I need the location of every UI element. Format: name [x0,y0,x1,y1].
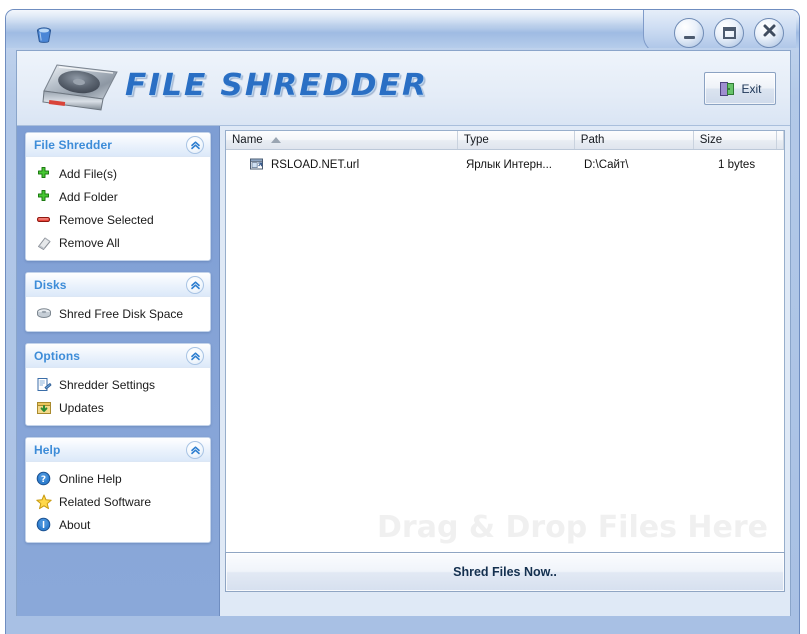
window-controls [643,10,796,48]
panel-body-disks: Shred Free Disk Space [26,297,210,331]
sidebar-item-online-help[interactable]: ? Online Help [26,467,210,490]
panel-help: Help ? Online Help Related Software Abou… [25,437,211,543]
sidebar-item-label: Updates [59,400,104,415]
cell-size: 1 bytes [718,158,756,171]
table-row[interactable]: RSLOAD.NET.url Ярлык Интерн... D:\Сайт\ … [226,154,784,175]
panel-header-disks[interactable]: Disks [26,273,210,297]
eraser-icon [35,234,52,251]
sidebar-item-label: Related Software [59,494,152,509]
app-logotype: FILE SHREDDER [125,68,429,103]
sidebar-item-label: Shredder Settings [59,377,156,392]
sidebar-item-label: Online Help [59,471,122,486]
cell-type: Ярлык Интерн... [466,158,552,171]
panel-title: Options [34,348,81,363]
shredder-bin-icon [34,25,54,45]
column-headers: Name Type Path Size [226,131,784,150]
sidebar-item-label: About [59,517,91,532]
maximize-icon [722,27,736,39]
panel-options: Options Shredder Settings Updates [25,343,211,426]
minimize-icon [683,36,695,39]
sidebar-item-label: Add Folder [59,189,118,204]
panel-title: Help [34,442,61,457]
column-header-path[interactable]: Path [575,131,694,149]
panel-file-shredder: File Shredder Add File(s) Add Folder Rem… [25,132,211,261]
panel-body-file-shredder: Add File(s) Add Folder Remove Selected R… [26,157,210,260]
updates-download-icon [35,399,52,416]
sidebar-item-label: Remove All [59,235,120,250]
maximize-button[interactable] [714,18,744,48]
column-header-size[interactable]: Size [694,131,777,149]
yellow-star-icon [35,493,52,510]
column-header-label: Name [232,134,263,146]
sidebar-item-label: Shred Free Disk Space [59,306,184,321]
shred-files-now-button[interactable]: Shred Files Now.. [225,552,785,592]
cell-name: RSLOAD.NET.url [226,156,460,173]
hard-drive-icon [39,61,123,117]
green-plus-icon [35,165,52,182]
disk-stack-icon [35,305,52,322]
sidebar-item-label: Remove Selected [59,212,154,227]
question-circle-icon: ? [35,470,52,487]
settings-page-icon [35,376,52,393]
sidebar-item-label: Add File(s) [59,166,118,181]
chevron-up-double-icon[interactable] [186,347,204,365]
file-listview[interactable]: Name Type Path Size RSLOAD.NET.url Ярлык… [225,130,785,554]
chevron-up-double-icon[interactable] [186,136,204,154]
file-list-area: Name Type Path Size RSLOAD.NET.url Ярлык… [220,126,790,616]
panel-disks: Disks Shred Free Disk Space [25,272,211,332]
column-header-type[interactable]: Type [458,131,575,149]
chevron-up-double-icon[interactable] [186,441,204,459]
client-area: FILE SHREDDER Exit File Shredder Add Fil… [16,50,791,616]
panel-body-help: ? Online Help Related Software About [26,462,210,542]
sidebar-item-add-files[interactable]: Add File(s) [26,162,210,185]
close-icon [762,23,777,43]
red-minus-icon [35,211,52,228]
sidebar-item-remove-selected[interactable]: Remove Selected [26,208,210,231]
sidebar: File Shredder Add File(s) Add Folder Rem… [17,126,220,616]
panel-title: Disks [34,277,67,292]
file-name-text: RSLOAD.NET.url [271,158,360,171]
column-header-label: Type [463,134,489,146]
exit-door-icon [718,80,735,97]
column-header-name[interactable]: Name [226,131,458,149]
internet-shortcut-icon [248,156,265,173]
drag-drop-hint: Drag & Drop Files Here [377,510,768,545]
sort-ascending-icon [270,137,281,143]
panel-title: File Shredder [34,137,112,152]
info-circle-icon [35,516,52,533]
panel-header-help[interactable]: Help [26,438,210,462]
sidebar-item-shredder-settings[interactable]: Shredder Settings [26,373,210,396]
sidebar-item-remove-all[interactable]: Remove All [26,231,210,254]
cell-path: D:\Сайт\ [584,158,629,171]
exit-button[interactable]: Exit [704,72,776,105]
title-bar[interactable] [6,10,799,48]
shred-files-now-label: Shred Files Now.. [453,565,557,579]
sidebar-item-updates[interactable]: Updates [26,396,210,419]
app-banner: FILE SHREDDER Exit [17,51,790,126]
file-shredder-window: FILE SHREDDER Exit File Shredder Add Fil… [0,0,807,634]
green-plus-icon [35,188,52,205]
svg-text:?: ? [41,475,46,485]
sidebar-item-about[interactable]: About [26,513,210,536]
sidebar-item-add-folder[interactable]: Add Folder [26,185,210,208]
chevron-up-double-icon[interactable] [186,276,204,294]
minimize-button[interactable] [674,18,704,48]
column-header-label: Size [699,134,723,146]
close-button[interactable] [754,18,784,48]
sidebar-item-related-software[interactable]: Related Software [26,490,210,513]
panel-header-file-shredder[interactable]: File Shredder [26,133,210,157]
panel-header-options[interactable]: Options [26,344,210,368]
column-header-label: Path [580,134,605,146]
exit-button-label: Exit [741,81,762,96]
panel-body-options: Shredder Settings Updates [26,368,210,425]
column-header-filler [777,131,784,149]
sidebar-item-shred-free-disk-space[interactable]: Shred Free Disk Space [26,302,210,325]
